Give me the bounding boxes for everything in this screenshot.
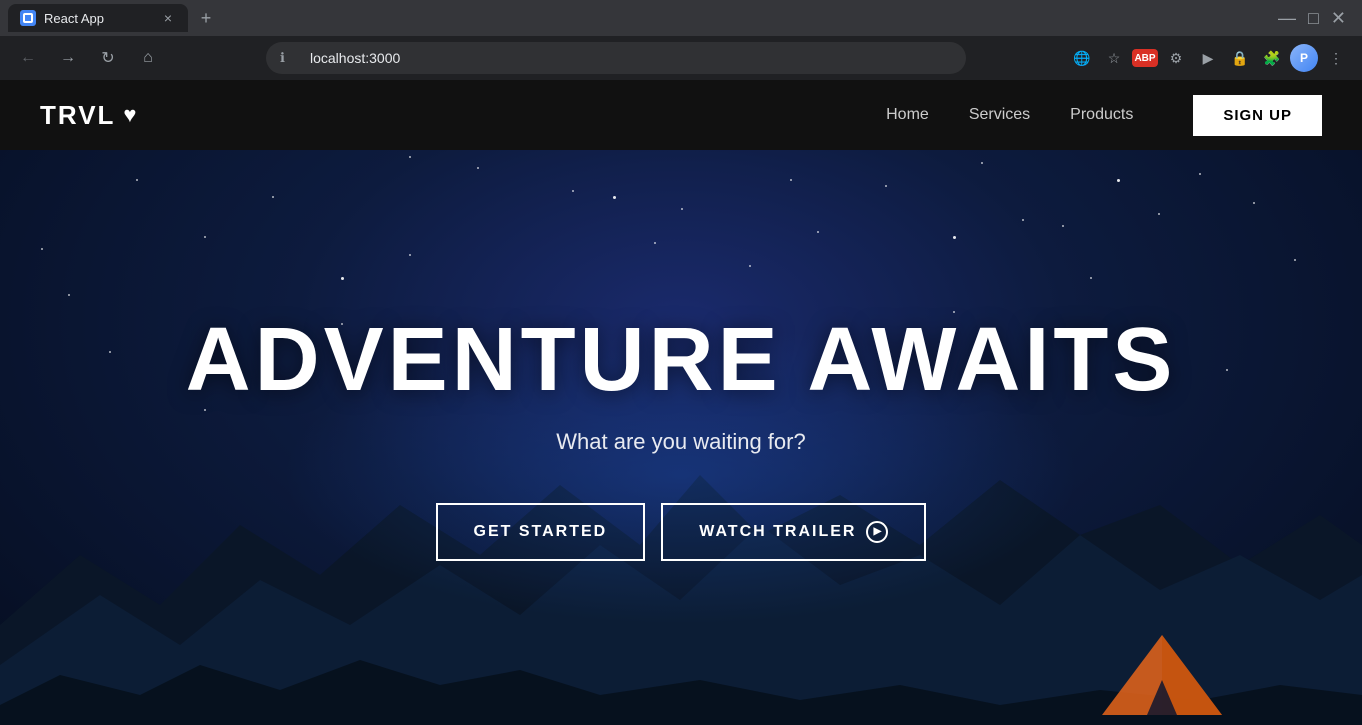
nav-home[interactable]: Home: [886, 106, 929, 124]
hero-subtitle: What are you waiting for?: [186, 429, 1177, 455]
menu-button[interactable]: ⋮: [1322, 44, 1350, 72]
watch-trailer-label: WATCH TRAILER: [699, 523, 856, 541]
tent-decoration: [1082, 625, 1242, 725]
close-tab-button[interactable]: ×: [160, 10, 176, 26]
tab-bar: React App × + — □ ✕: [0, 0, 1362, 36]
forward-button[interactable]: →: [52, 42, 84, 74]
nav-links: Home Services Products SIGN UP: [886, 95, 1322, 136]
extension-btn-3[interactable]: 🔒: [1226, 44, 1254, 72]
browser-window: React App × + — □ ✕ ← → ↻ ⌂ ℹ localhost:…: [0, 0, 1362, 80]
window-controls: — □ ✕: [1278, 8, 1354, 29]
address-bar[interactable]: ℹ localhost:3000: [266, 42, 966, 74]
brand-heart-icon: ♥: [123, 102, 136, 128]
back-button[interactable]: ←: [12, 42, 44, 74]
site-navbar: TRVL ♥ Home Services Products SIGN UP: [0, 80, 1362, 150]
window-close-button[interactable]: ✕: [1331, 8, 1346, 29]
nav-services[interactable]: Services: [969, 106, 1030, 124]
address-bar-row: ← → ↻ ⌂ ℹ localhost:3000 🌐 ☆ ABP ⚙ ▶ 🔒 🧩…: [0, 36, 1362, 80]
active-tab[interactable]: React App ×: [8, 4, 188, 32]
get-started-button[interactable]: GET STARTED: [436, 503, 646, 561]
play-icon: ▶: [866, 521, 888, 543]
profile-button[interactable]: P: [1290, 44, 1318, 72]
reload-button[interactable]: ↻: [92, 42, 124, 74]
new-tab-button[interactable]: +: [192, 4, 220, 32]
hero-section: ADVENTURE AWAITS What are you waiting fo…: [0, 150, 1362, 725]
watch-trailer-button[interactable]: WATCH TRAILER ▶: [661, 503, 926, 561]
nav-products[interactable]: Products: [1070, 106, 1133, 124]
extensions-button[interactable]: 🧩: [1258, 44, 1286, 72]
minimize-button[interactable]: —: [1278, 8, 1296, 29]
hero-title: ADVENTURE AWAITS: [186, 315, 1177, 405]
signup-button[interactable]: SIGN UP: [1193, 95, 1322, 136]
avatar: P: [1290, 44, 1318, 72]
bookmark-button[interactable]: ☆: [1100, 44, 1128, 72]
extension-btn-2[interactable]: ▶: [1194, 44, 1222, 72]
lock-icon: ℹ: [280, 50, 285, 66]
tab-favicon: [20, 10, 36, 26]
brand-name: TRVL: [40, 100, 115, 131]
home-button[interactable]: ⌂: [132, 42, 164, 74]
url-display: localhost:3000: [302, 50, 400, 66]
hero-content: ADVENTURE AWAITS What are you waiting fo…: [186, 315, 1177, 561]
brand-logo[interactable]: TRVL ♥: [40, 100, 136, 131]
browser-action-buttons: 🌐 ☆ ABP ⚙ ▶ 🔒 🧩 P ⋮: [1068, 44, 1350, 72]
tab-title: React App: [44, 11, 152, 26]
adblock-button[interactable]: ABP: [1132, 49, 1158, 67]
extension-btn-1[interactable]: ⚙: [1162, 44, 1190, 72]
translate-button[interactable]: 🌐: [1068, 44, 1096, 72]
website-content: TRVL ♥ Home Services Products SIGN UP: [0, 80, 1362, 725]
hero-cta-buttons: GET STARTED WATCH TRAILER ▶: [186, 503, 1177, 561]
maximize-button[interactable]: □: [1308, 8, 1319, 29]
